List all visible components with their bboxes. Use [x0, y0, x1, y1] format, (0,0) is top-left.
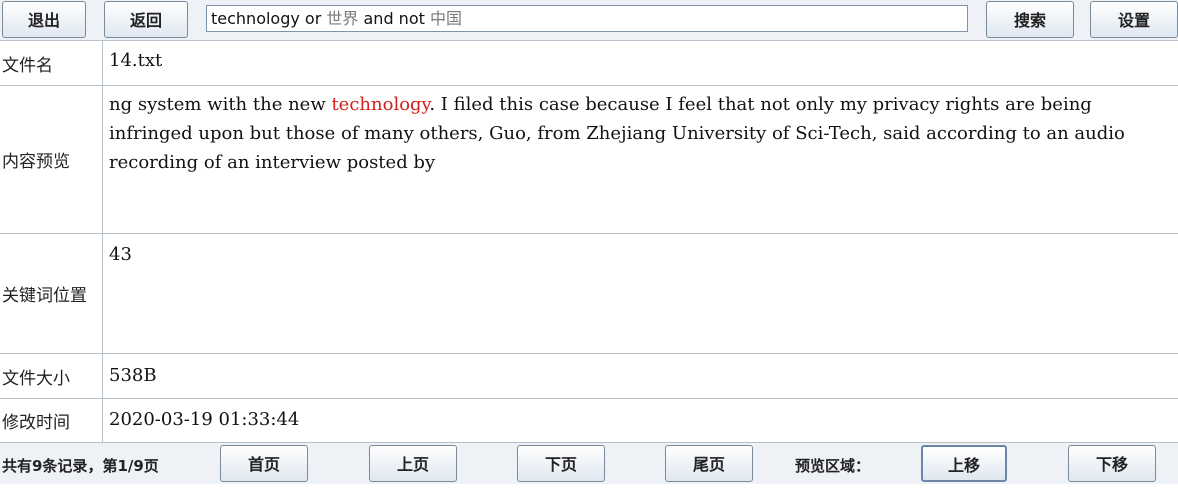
back-button[interactable]: 返回	[104, 1, 188, 38]
filename-row: 文件名 14.txt	[0, 40, 1178, 85]
search-input[interactable]: technology or 世界 and not 中国	[206, 5, 968, 32]
preview-text: ng system with the new technology. I fil…	[109, 90, 1170, 177]
settings-button[interactable]: 设置	[1090, 1, 1178, 38]
search-term: 中国	[429, 9, 462, 28]
last-page-button[interactable]: 尾页	[665, 445, 753, 482]
filesize-row: 文件大小 538B	[0, 353, 1178, 398]
search-button[interactable]: 搜索	[986, 1, 1074, 38]
keyword-position-value: 43	[109, 244, 132, 265]
modified-value: 2020-03-19 01:33:44	[109, 409, 300, 430]
keyword-position-label: 关键词位置	[0, 234, 103, 353]
filename-label: 文件名	[0, 41, 103, 85]
pagination-bar: 共有9条记录，第1/9页 首页 上页 下页 尾页 预览区域： 上移 下移	[0, 442, 1178, 484]
next-page-button[interactable]: 下页	[517, 445, 605, 482]
move-up-button[interactable]: 上移	[921, 445, 1007, 482]
preview-text-before: ng system with the new	[109, 94, 332, 115]
filesize-value: 538B	[109, 365, 157, 386]
search-term: technology or	[211, 9, 327, 28]
top-toolbar: 退出 返回 technology or 世界 and not 中国 搜索 设置	[0, 0, 1178, 40]
search-term: and not	[358, 9, 430, 28]
filesize-label: 文件大小	[0, 354, 103, 398]
modified-row: 修改时间 2020-03-19 01:33:44	[0, 398, 1178, 442]
preview-label: 内容预览	[0, 86, 103, 233]
record-summary: 共有9条记录，第1/9页	[2, 457, 159, 475]
modified-label: 修改时间	[0, 399, 103, 442]
exit-button[interactable]: 退出	[2, 1, 86, 38]
first-page-button[interactable]: 首页	[220, 445, 308, 482]
move-down-button[interactable]: 下移	[1068, 445, 1156, 482]
search-term: 世界	[326, 9, 359, 28]
filename-value: 14.txt	[109, 50, 163, 71]
preview-area-label: 预览区域：	[795, 457, 871, 475]
prev-page-button[interactable]: 上页	[369, 445, 457, 482]
keyword-position-row: 关键词位置 43	[0, 233, 1178, 353]
keyword-highlight: technology	[331, 94, 430, 115]
preview-row: 内容预览 ng system with the new technology. …	[0, 85, 1178, 233]
